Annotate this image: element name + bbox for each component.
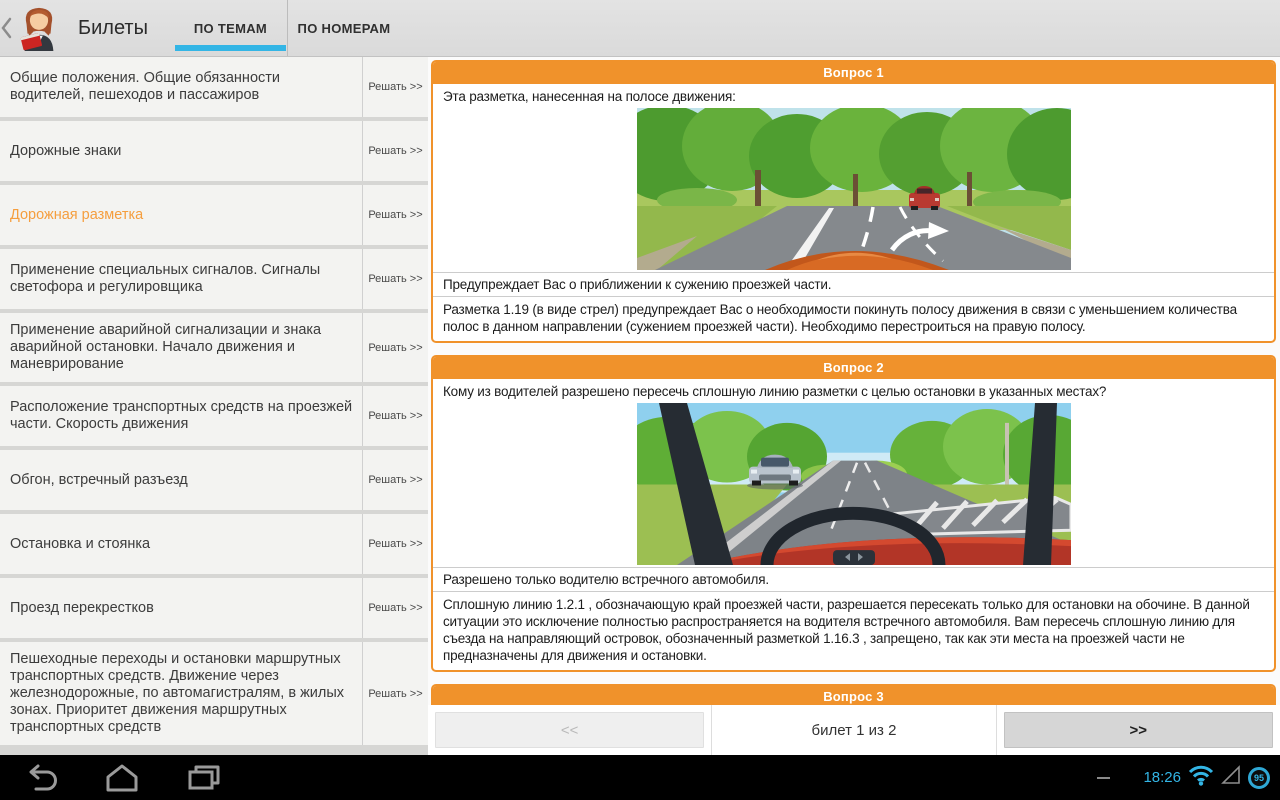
question-answer: Разрешено только водителю встречного авт…: [433, 567, 1274, 591]
question-explanation: Сплошную линию 1.2.1 , обозначающую край…: [433, 591, 1274, 670]
solve-button[interactable]: Решать >>: [362, 57, 428, 117]
sidebar-item-crosswalks[interactable]: Пешеходные переходы и остановки маршрутн…: [0, 642, 428, 745]
question-answer: Предупреждает Вас о приближении к сужени…: [433, 272, 1274, 296]
nav-back-icon[interactable]: [22, 762, 58, 794]
solve-button[interactable]: Решать >>: [362, 313, 428, 382]
tab-by-topics[interactable]: ПО ТЕМАМ: [174, 0, 287, 56]
question-header: Вопрос 3: [433, 686, 1274, 705]
question-card-1: Вопрос 1 Эта разметка, нанесенная на пол…: [431, 60, 1276, 343]
app-screen: Билеты ПО ТЕМАМ ПО НОМЕРАМ Общие положен…: [0, 0, 1280, 800]
clock: 18:26: [1143, 769, 1181, 786]
back-chevron-icon[interactable]: [0, 0, 14, 56]
sidebar-item-signs[interactable]: Дорожные знаки Решать >>: [0, 121, 428, 181]
question-card-2: Вопрос 2 Кому из водителей разрешено пер…: [431, 355, 1276, 672]
solve-button[interactable]: Решать >>: [362, 185, 428, 245]
android-system-bar: 18:26 95: [0, 755, 1280, 800]
content-area: Общие положения. Общие обязанности водит…: [0, 57, 1280, 755]
sidebar-item-markings[interactable]: Дорожная разметка Решать >>: [0, 185, 428, 245]
prev-ticket-button[interactable]: <<: [435, 712, 705, 748]
solve-button[interactable]: Решать >>: [362, 121, 428, 181]
solve-button[interactable]: Решать >>: [362, 578, 428, 638]
question-header: Вопрос 2: [433, 357, 1274, 379]
solve-button[interactable]: Решать >>: [362, 450, 428, 510]
ticket-pager: << билет 1 из 2 >>: [428, 705, 1280, 755]
question-text: Кому из водителей разрешено пересечь спл…: [443, 384, 1107, 399]
solve-button[interactable]: Решать >>: [362, 642, 428, 745]
cell-signal-icon: [1221, 765, 1241, 790]
nav-home-icon[interactable]: [104, 762, 140, 794]
solve-button[interactable]: Решать >>: [362, 386, 428, 446]
question-image: [636, 108, 1071, 270]
sidebar-item-overtaking[interactable]: Обгон, встречный разъезд Решать >>: [0, 450, 428, 510]
question-card-3: Вопрос 3: [431, 684, 1276, 705]
ticket-counter: билет 1 из 2: [711, 705, 997, 755]
sidebar-item-stopping-parking[interactable]: Остановка и стоянка Решать >>: [0, 514, 428, 574]
wifi-icon: [1188, 765, 1214, 791]
next-ticket-button[interactable]: >>: [1003, 712, 1273, 748]
questions-list[interactable]: Вопрос 1 Эта разметка, нанесенная на пол…: [428, 57, 1280, 705]
question-text: Эта разметка, нанесенная на полосе движе…: [443, 89, 736, 104]
status-dash-icon: [1097, 776, 1111, 779]
nav-recents-icon[interactable]: [186, 762, 222, 794]
question-header: Вопрос 1: [433, 62, 1274, 84]
action-bar: Билеты ПО ТЕМАМ ПО НОМЕРАМ: [0, 0, 1280, 57]
sidebar-item-positioning-speed[interactable]: Расположение транспортных средств на про…: [0, 386, 428, 446]
questions-pane: Вопрос 1 Эта разметка, нанесенная на пол…: [428, 57, 1280, 755]
question-image: [636, 403, 1071, 565]
app-logo-icon[interactable]: [16, 4, 66, 52]
page-title: Билеты: [78, 16, 148, 39]
solve-button[interactable]: Решать >>: [362, 514, 428, 574]
tab-bar: ПО ТЕМАМ ПО НОМЕРАМ: [174, 0, 400, 56]
solve-button[interactable]: Решать >>: [362, 249, 428, 309]
battery-icon: 95: [1248, 766, 1270, 789]
sidebar-item-special-signals[interactable]: Применение специальных сигналов. Сигналы…: [0, 249, 428, 309]
sidebar-item-general[interactable]: Общие положения. Общие обязанности водит…: [0, 57, 428, 117]
sidebar-item-intersections[interactable]: Проезд перекрестков Решать >>: [0, 578, 428, 638]
tab-by-numbers[interactable]: ПО НОМЕРАМ: [286, 0, 400, 56]
topics-sidebar: Общие положения. Общие обязанности водит…: [0, 57, 428, 755]
sidebar-item-hazard-signal[interactable]: Применение аварийной сигнализации и знак…: [0, 313, 428, 382]
question-explanation: Разметка 1.19 (в виде стрел) предупрежда…: [433, 296, 1274, 341]
